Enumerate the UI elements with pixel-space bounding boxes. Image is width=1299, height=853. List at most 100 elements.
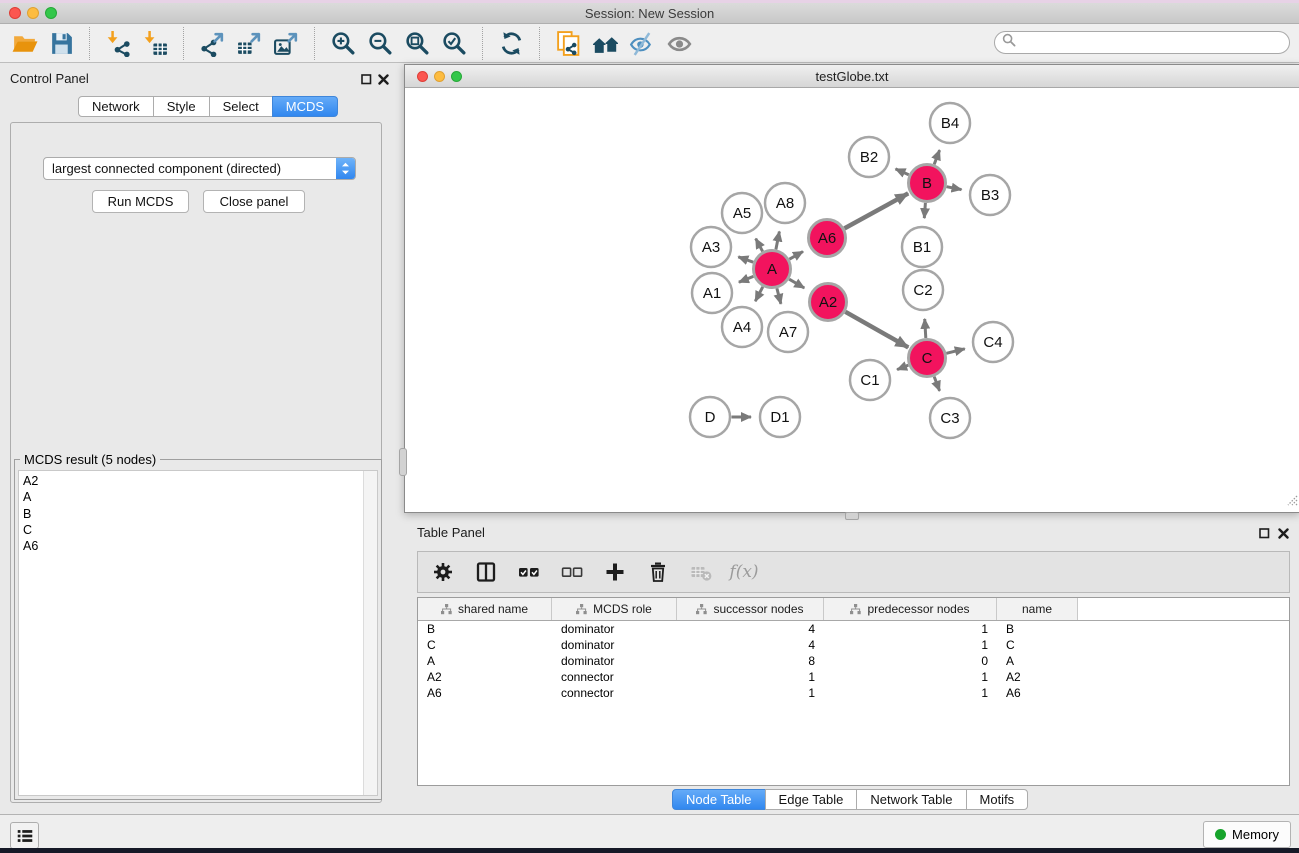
node-C[interactable]: C <box>909 340 946 377</box>
edge-C-C2[interactable] <box>925 319 926 338</box>
node-B4[interactable]: B4 <box>930 103 970 143</box>
node-D1[interactable]: D1 <box>760 397 800 437</box>
duplicate-network-button[interactable] <box>550 26 587 60</box>
node-D[interactable]: D <box>690 397 730 437</box>
edge-A-A7[interactable] <box>777 288 781 304</box>
column-header-successor-nodes[interactable]: successor nodes <box>677 598 824 620</box>
mcds-result-scrollbar[interactable] <box>363 471 377 795</box>
task-history-button[interactable] <box>10 822 39 849</box>
zoom-selected-button[interactable] <box>436 26 473 60</box>
import-network-button[interactable] <box>100 26 137 60</box>
network-canvas[interactable]: B4 B2 B B3 A5A8A6 A3 B1 A A1 C2 A2 A4A7 C4 C C1 C3 D D1 <box>405 88 1297 516</box>
edge-A-A1[interactable] <box>739 276 754 282</box>
delete-button[interactable] <box>645 559 671 585</box>
unselect-all-button[interactable] <box>559 559 585 585</box>
select-all-button[interactable] <box>516 559 542 585</box>
zoom-fit-button[interactable] <box>399 26 436 60</box>
control-panel-close-button[interactable] <box>377 73 390 86</box>
tab-style[interactable]: Style <box>153 96 210 117</box>
horizontal-splitter-handle[interactable] <box>845 512 859 520</box>
node-A8[interactable]: A8 <box>765 183 805 223</box>
mcds-result-item[interactable]: B <box>19 506 377 522</box>
search-box[interactable] <box>994 31 1290 54</box>
node-A1[interactable]: A1 <box>692 273 732 313</box>
edge-A-A8[interactable] <box>776 232 780 250</box>
edge-A-A5[interactable] <box>756 239 763 252</box>
edge-B-B2[interactable] <box>896 169 909 175</box>
node-A7[interactable]: A7 <box>768 312 808 352</box>
network-window-titlebar[interactable]: testGlobe.txt <box>405 65 1299 88</box>
open-file-button[interactable] <box>6 26 43 60</box>
edge-A-A6[interactable] <box>789 252 803 260</box>
tab-network[interactable]: Network <box>78 96 154 117</box>
table-panel-float-button[interactable] <box>1258 527 1271 540</box>
export-network-button[interactable] <box>194 26 231 60</box>
tab-mcds[interactable]: MCDS <box>272 96 338 117</box>
table-row[interactable]: A6connector11A6 <box>418 685 1289 701</box>
table-row[interactable]: Cdominator41C <box>418 637 1289 653</box>
node-C1[interactable]: C1 <box>850 360 890 400</box>
node-B3[interactable]: B3 <box>970 175 1010 215</box>
column-header-name[interactable]: name <box>997 598 1078 620</box>
zoom-out-button[interactable] <box>362 26 399 60</box>
mcds-result-item[interactable]: A2 <box>19 473 377 489</box>
memory-button[interactable]: Memory <box>1203 821 1291 848</box>
node-C4[interactable]: C4 <box>973 322 1013 362</box>
node-B1[interactable]: B1 <box>902 227 942 267</box>
column-header-shared-name[interactable]: shared name <box>418 598 552 620</box>
column-header-predecessor-nodes[interactable]: predecessor nodes <box>824 598 997 620</box>
mcds-result-item[interactable]: A6 <box>19 538 377 554</box>
homes-button[interactable] <box>587 26 624 60</box>
column-header-MCDS-role[interactable]: MCDS role <box>552 598 677 620</box>
tab-motifs[interactable]: Motifs <box>966 789 1029 810</box>
tab-node-table[interactable]: Node Table <box>672 789 766 810</box>
resize-grip-icon[interactable] <box>1285 493 1298 511</box>
edge-A6-B[interactable] <box>845 193 909 228</box>
table-panel-close-button[interactable] <box>1277 527 1290 540</box>
search-input[interactable] <box>1016 33 1289 53</box>
vertical-splitter-handle[interactable] <box>399 448 407 476</box>
edge-A-A3[interactable] <box>738 257 753 262</box>
tab-edge-table[interactable]: Edge Table <box>765 789 858 810</box>
import-table-button[interactable] <box>137 26 174 60</box>
table-row[interactable]: Bdominator41B <box>418 621 1289 637</box>
add-button[interactable] <box>602 559 628 585</box>
node-C3[interactable]: C3 <box>930 398 970 438</box>
refresh-button[interactable] <box>493 26 530 60</box>
close-panel-button[interactable]: Close panel <box>203 190 305 213</box>
edge-C-C3[interactable] <box>934 377 939 391</box>
node-A6[interactable]: A6 <box>809 220 846 257</box>
edge-C-C4[interactable] <box>946 349 964 354</box>
table-row[interactable]: A2connector11A2 <box>418 669 1289 685</box>
control-panel-float-button[interactable] <box>360 73 373 86</box>
save-session-button[interactable] <box>43 26 80 60</box>
export-table-button[interactable] <box>231 26 268 60</box>
edge-A-A4[interactable] <box>755 287 763 301</box>
mcds-result-item[interactable]: A <box>19 489 377 505</box>
node-A4[interactable]: A4 <box>722 307 762 347</box>
export-image-button[interactable] <box>268 26 305 60</box>
show-graphics-details-button[interactable] <box>661 26 698 60</box>
tab-network-table[interactable]: Network Table <box>856 789 966 810</box>
zoom-in-button[interactable] <box>325 26 362 60</box>
mcds-result-item[interactable]: C <box>19 522 377 538</box>
node-A3[interactable]: A3 <box>691 227 731 267</box>
settings-button[interactable] <box>430 559 456 585</box>
table-row[interactable]: Adominator80A <box>418 653 1289 669</box>
edge-A2-C[interactable] <box>845 312 908 348</box>
node-B[interactable]: B <box>909 165 946 202</box>
edge-B-B3[interactable] <box>947 187 962 190</box>
optimization-criterion-select[interactable]: largest connected component (directed) <box>43 157 356 180</box>
run-mcds-button[interactable]: Run MCDS <box>92 190 189 213</box>
node-A[interactable]: A <box>754 251 791 288</box>
edge-B-B1[interactable] <box>924 203 925 218</box>
node-A2[interactable]: A2 <box>810 284 847 321</box>
node-B2[interactable]: B2 <box>849 137 889 177</box>
tab-select[interactable]: Select <box>209 96 273 117</box>
hide-graphics-details-button[interactable] <box>624 26 661 60</box>
node-C2[interactable]: C2 <box>903 270 943 310</box>
edge-C-C1[interactable] <box>897 365 908 369</box>
show-columns-button[interactable] <box>473 559 499 585</box>
edge-A-A2[interactable] <box>789 279 804 288</box>
node-A5[interactable]: A5 <box>722 193 762 233</box>
